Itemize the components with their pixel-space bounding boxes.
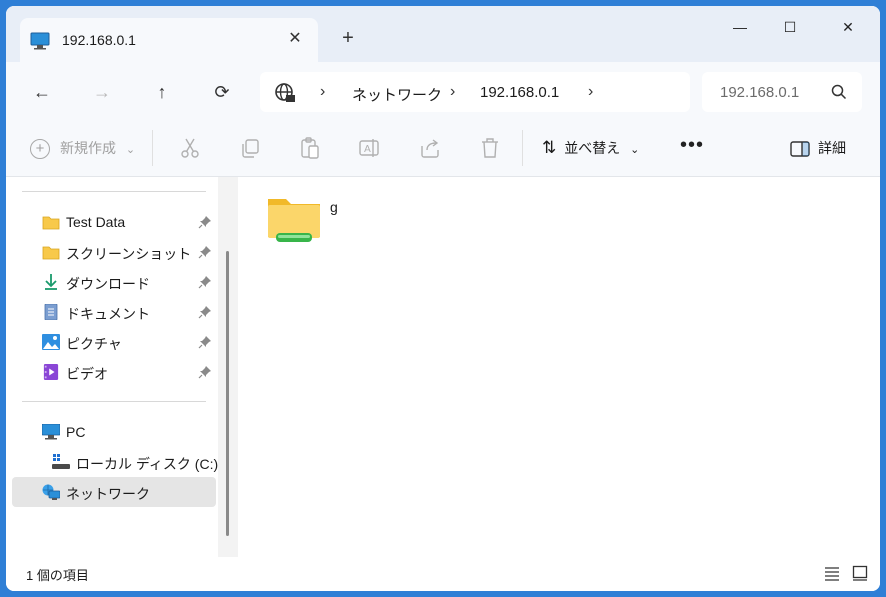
details-view-icon[interactable] [824, 565, 840, 581]
sidebar-item-label: PC [66, 424, 86, 440]
sidebar-item-downloads[interactable]: ダウンロード [12, 267, 216, 297]
sort-arrows-icon: ⇅ [542, 138, 557, 157]
back-button[interactable]: ← [28, 78, 56, 106]
pin-icon[interactable] [198, 335, 212, 349]
download-icon [45, 274, 57, 290]
copy-icon[interactable] [238, 136, 262, 160]
cut-icon[interactable] [178, 136, 202, 160]
search-icon[interactable] [830, 83, 848, 101]
sidebar-item-label: スクリーンショット [66, 246, 192, 262]
file-name: g [330, 199, 338, 215]
delete-icon[interactable] [478, 136, 502, 160]
svg-text:A: A [364, 144, 371, 155]
toolbar-divider [152, 130, 153, 166]
plus-icon: + [30, 139, 50, 160]
sidebar-item-pc[interactable]: PC [12, 417, 216, 447]
explorer-window: 192.168.0.1 ✕ + — ☐ ✕ ← → ↑ ⟳ › ネットワーク ›… [6, 6, 880, 591]
drive-icon [52, 454, 70, 469]
forward-button[interactable]: → [88, 78, 116, 106]
sort-button-label: 並べ替え [564, 140, 621, 156]
sidebar-item-label: Test Data [66, 214, 126, 230]
details-pane-button[interactable]: 詳細 [790, 138, 846, 158]
new-button-label: 新規作成 [60, 140, 116, 156]
minimize-button[interactable]: — [720, 16, 760, 38]
sidebar-item-label: ダウンロード [66, 276, 150, 292]
breadcrumb-separator-icon[interactable]: › [588, 83, 593, 101]
rename-icon[interactable]: A [358, 136, 382, 160]
sidebar-item-network[interactable]: ネットワーク [12, 477, 216, 507]
paste-icon[interactable] [298, 136, 322, 160]
tiles-view-icon[interactable] [852, 565, 868, 581]
shared-folder-icon [268, 199, 320, 242]
details-pane-label: 詳細 [818, 140, 846, 156]
navigation-bar: ← → ↑ ⟳ › ネットワーク › 192.168.0.1 › 192.168… [6, 62, 880, 118]
sidebar-divider [22, 401, 206, 402]
sidebar-item-label: ピクチャ [66, 336, 122, 352]
pictures-icon [42, 334, 60, 350]
pin-icon[interactable] [198, 275, 212, 289]
new-tab-button[interactable]: + [336, 26, 360, 50]
file-list: g [238, 177, 880, 557]
network-computer-icon [30, 32, 50, 50]
close-button[interactable]: ✕ [828, 16, 868, 38]
pin-icon[interactable] [198, 215, 212, 229]
sidebar-item-label: ネットワーク [66, 486, 150, 502]
sidebar-item-pictures[interactable]: ピクチャ [12, 327, 216, 357]
title-bar: 192.168.0.1 ✕ + — ☐ ✕ [6, 6, 880, 62]
chevron-down-icon: ⌄ [125, 144, 136, 156]
network-globe-icon [275, 83, 295, 102]
more-options-button[interactable]: ••• [680, 134, 704, 157]
sidebar-item-videos[interactable]: ビデオ [12, 357, 216, 387]
item-count: 1 個の項目 [26, 568, 89, 583]
tab-title: 192.168.0.1 [62, 32, 136, 48]
pc-icon [42, 424, 60, 440]
new-button[interactable]: + 新規作成 ⌄ [30, 138, 136, 160]
sidebar-item-test-data[interactable]: Test Data [12, 207, 216, 237]
pin-icon[interactable] [198, 365, 212, 379]
sidebar-item-label: ドキュメント [66, 306, 150, 322]
command-bar: + 新規作成 ⌄ A ⇅ 並べ替え ⌄ ••• 詳細 [6, 118, 880, 177]
navigation-pane: Test Data スクリーンショット ダウンロード ドキュメント ピクチャ ビ… [6, 177, 238, 557]
maximize-button[interactable]: ☐ [770, 16, 810, 38]
search-input[interactable]: 192.168.0.1 [720, 84, 820, 101]
tab-close-icon[interactable]: ✕ [284, 28, 306, 50]
folder-icon [42, 246, 60, 260]
sidebar-item-label: ローカル ディスク (C:) [76, 456, 219, 472]
list-item[interactable]: g [266, 193, 386, 253]
folder-icon [42, 216, 60, 230]
refresh-button[interactable]: ⟳ [208, 78, 236, 106]
chevron-down-icon: ⌄ [630, 144, 640, 156]
network-icon [42, 484, 60, 500]
status-bar: 1 個の項目 [6, 557, 880, 591]
sidebar-item-screenshots[interactable]: スクリーンショット [12, 237, 216, 267]
pin-icon[interactable] [198, 305, 212, 319]
breadcrumb-network[interactable]: ネットワーク [352, 84, 442, 105]
share-icon[interactable] [418, 136, 442, 160]
pin-icon[interactable] [198, 245, 212, 259]
sort-button[interactable]: ⇅ 並べ替え ⌄ [542, 138, 639, 158]
sidebar-item-local-disk[interactable]: ローカル ディスク (C:) [12, 447, 219, 477]
tab-active[interactable]: 192.168.0.1 ✕ [20, 18, 318, 62]
toolbar-divider [522, 130, 523, 166]
document-icon [44, 304, 58, 320]
up-button[interactable]: ↑ [148, 78, 176, 106]
sidebar-item-documents[interactable]: ドキュメント [12, 297, 216, 327]
search-box[interactable]: 192.168.0.1 [702, 72, 862, 112]
breadcrumb-host[interactable]: 192.168.0.1 [480, 84, 559, 101]
sidebar-scrollbar-thumb[interactable] [226, 251, 229, 536]
sidebar-divider [22, 191, 206, 192]
breadcrumb-separator-icon[interactable]: › [450, 83, 455, 101]
address-bar[interactable]: › ネットワーク › 192.168.0.1 › [260, 72, 690, 112]
details-pane-icon [790, 141, 810, 157]
breadcrumb-separator-icon[interactable]: › [320, 83, 325, 101]
sidebar-item-label: ビデオ [66, 366, 108, 382]
videos-icon [43, 364, 59, 380]
